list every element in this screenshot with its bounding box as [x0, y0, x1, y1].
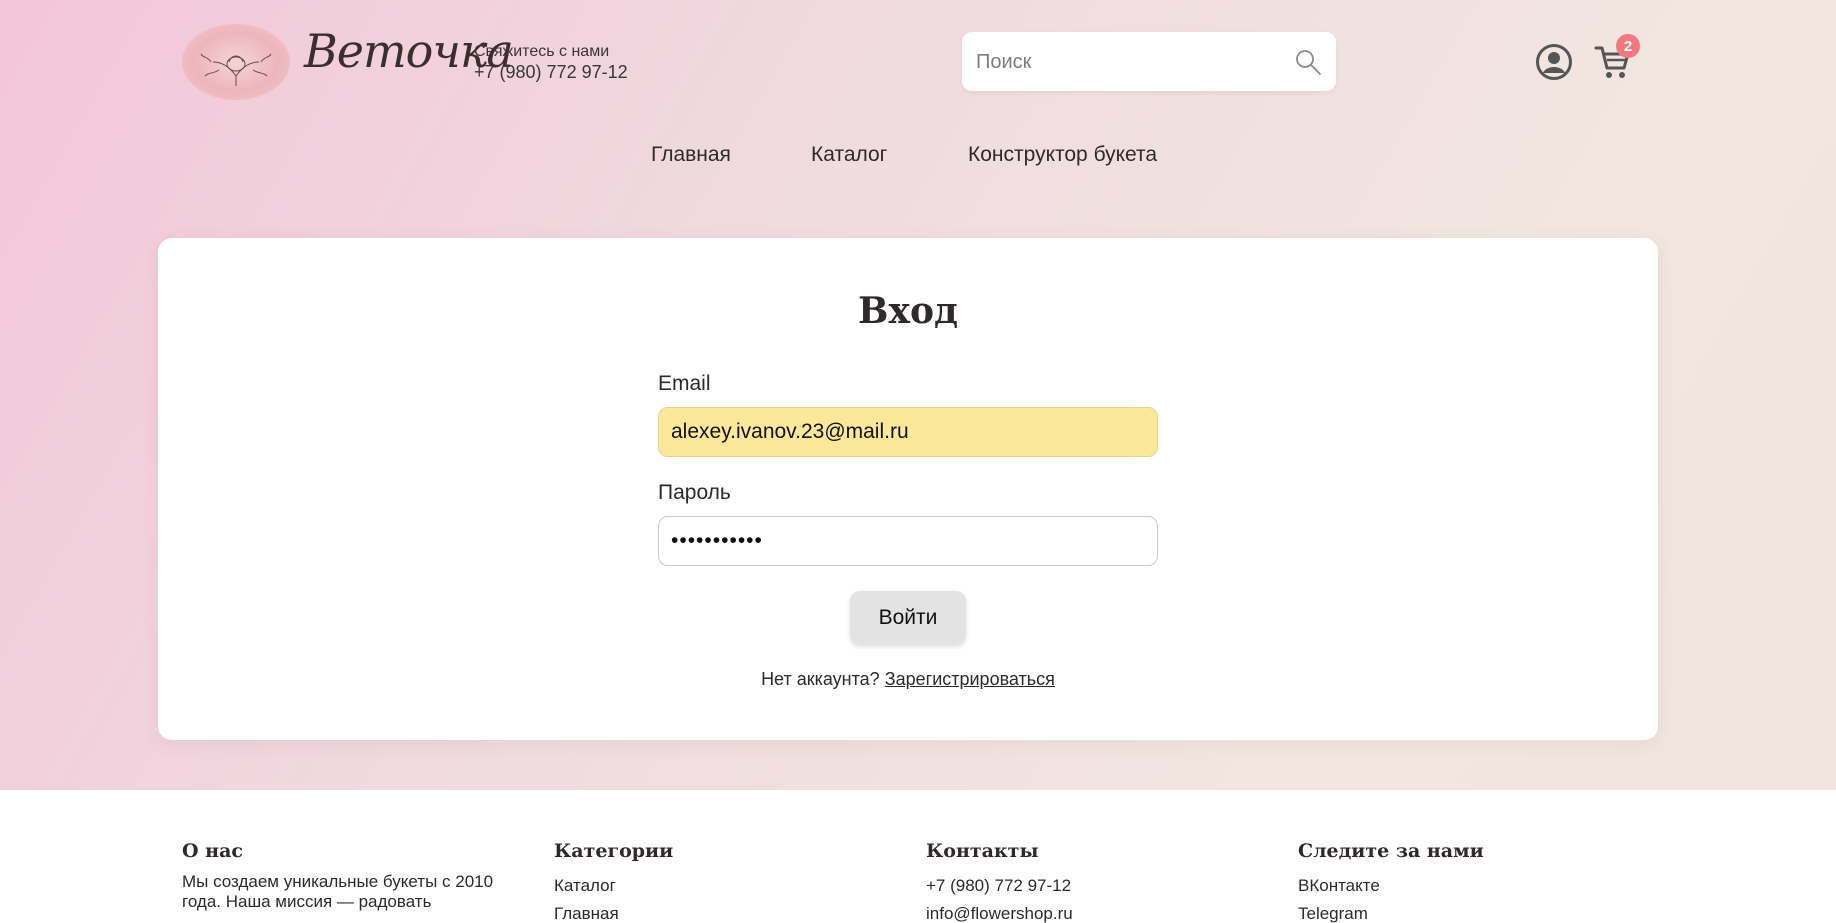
contact-phone[interactable]: +7 (980) 772 97-12 [474, 62, 628, 83]
login-button[interactable]: Войти [850, 591, 966, 645]
footer-contacts: Контакты +7 (980) 772 97-12 info@flowers… [926, 840, 1266, 923]
footer-social: Следите за нами ВКонтакте Telegram [1298, 840, 1638, 923]
user-icon[interactable] [1535, 43, 1573, 81]
cart-count-badge: 2 [1616, 34, 1640, 58]
footer-categories-heading: Категории [554, 840, 674, 862]
login-title: Вход [858, 290, 958, 332]
footer-link-vk[interactable]: ВКонтакте [1298, 872, 1638, 900]
search-box [962, 32, 1336, 91]
email-label: Email [658, 372, 711, 395]
register-link[interactable]: Зарегистрироваться [885, 669, 1055, 689]
password-label: Пароль [658, 481, 731, 504]
footer-link-catalog[interactable]: Каталог [554, 872, 894, 900]
footer-link-telegram[interactable]: Telegram [1298, 900, 1638, 923]
no-account-text: Нет аккаунта? [761, 669, 880, 689]
footer-about-text: Мы создаем уникальные букеты с 2010 года… [182, 872, 494, 911]
footer-link-home[interactable]: Главная [554, 900, 894, 923]
search-input[interactable] [976, 42, 1276, 82]
footer-email[interactable]: info@flowershop.ru [926, 900, 1266, 923]
footer-about: О нас Мы создаем уникальные букеты с 201… [182, 840, 522, 912]
footer-phone[interactable]: +7 (980) 772 97-12 [926, 872, 1266, 900]
footer-social-heading: Следите за нами [1298, 840, 1484, 862]
email-field[interactable] [658, 407, 1158, 457]
search-icon[interactable] [1294, 48, 1322, 76]
nav-item-catalog[interactable]: Каталог [811, 143, 887, 167]
nav-item-bouquet-builder[interactable]: Конструктор букета [968, 143, 1157, 167]
nav-item-home[interactable]: Главная [651, 143, 731, 167]
contact-label: Свяжитесь с нами [474, 43, 610, 60]
logo-flower-icon[interactable] [182, 24, 290, 100]
register-row: Нет аккаунта? Зарегистрироваться [158, 669, 1658, 690]
footer-categories: Категории Каталог Главная [554, 840, 894, 923]
footer-contacts-heading: Контакты [926, 840, 1039, 862]
footer-about-heading: О нас [182, 840, 243, 862]
password-field[interactable] [658, 516, 1158, 566]
login-card: Вход Email Пароль Войти Нет аккаунта? За… [158, 238, 1658, 740]
